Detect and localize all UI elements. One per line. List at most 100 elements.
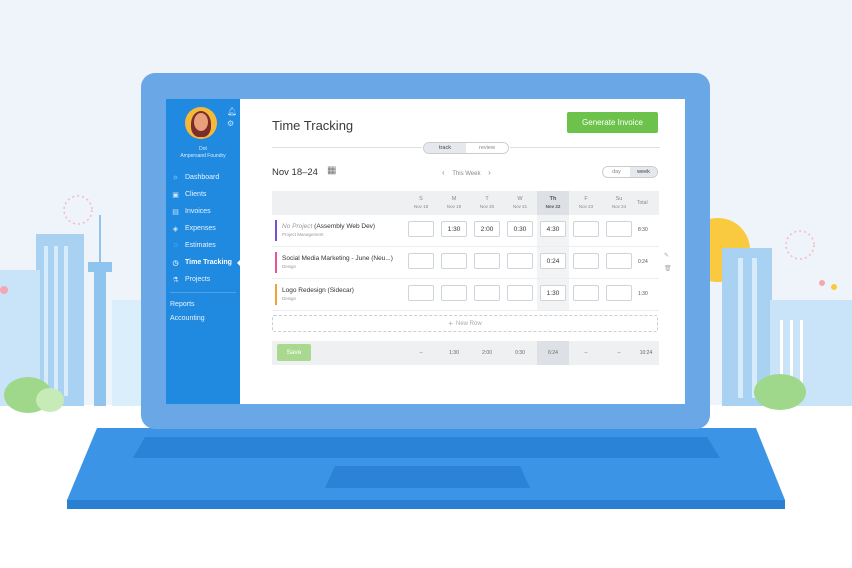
day-total: 6:24 — [537, 341, 569, 365]
day-header: M Nov 19 — [438, 191, 470, 215]
plus-icon: + — [448, 319, 453, 328]
day-date: Nov 22 — [545, 204, 561, 209]
day-letter: W — [517, 196, 523, 202]
sidebar-item-label: Projects — [185, 276, 211, 283]
time-entry-input[interactable] — [606, 253, 632, 269]
time-entry-input[interactable] — [606, 285, 632, 301]
week-label[interactable]: This Week — [452, 171, 480, 177]
gear-icon[interactable]: ⚙ — [227, 119, 234, 128]
time-entry-input[interactable] — [474, 285, 500, 301]
day-letter: Su — [615, 196, 623, 202]
time-entry-input[interactable] — [573, 285, 599, 301]
projects-icon: ⚗ — [172, 276, 179, 284]
day-header: S Nov 18 — [405, 191, 437, 215]
sidebar-item-projects[interactable]: ⚗ Projects — [166, 271, 240, 288]
timesheet-grid: Total S Nov 18 M Nov 19 T Nov 20 W Nov 21 Th Nov … — [272, 191, 659, 311]
day-tab[interactable]: day — [603, 167, 630, 177]
time-entry-input[interactable] — [507, 285, 533, 301]
time-entry-input[interactable] — [441, 253, 467, 269]
sidebar-item-dashboard[interactable]: ☼ Dashboard — [166, 169, 240, 186]
track-tab[interactable]: track — [424, 143, 466, 153]
week-tab[interactable]: week — [630, 167, 657, 177]
time-entry-input[interactable]: 1:30 — [441, 221, 467, 237]
user-org: Ampersand Foundry — [180, 153, 226, 159]
sidebar-item-time-tracking[interactable]: ◷ Time Tracking — [166, 254, 241, 271]
day-header: Su Nov 24 — [603, 191, 635, 215]
time-entry-input[interactable]: 0:24 — [540, 253, 566, 269]
project-title: Logo Redesign (Sidecar) — [282, 287, 354, 294]
sidebar-item-label: Dashboard — [185, 174, 220, 181]
time-entry-input[interactable] — [474, 253, 500, 269]
new-row-label: New Row — [455, 320, 482, 327]
time-entry-input[interactable] — [573, 221, 599, 237]
sidebar-item-accounting[interactable]: Accounting — [166, 311, 240, 325]
time-entry-input[interactable] — [408, 253, 434, 269]
day-header: Th Nov 22 — [537, 191, 569, 215]
day-header: F Nov 23 — [570, 191, 602, 215]
edit-icon[interactable]: ✎ — [664, 252, 669, 259]
day-week-toggle: day week — [602, 166, 658, 178]
sidebar-nav: ☼ Dashboard ▣ Clients ▤ Invoices ◈ Expenses ◌ Est… — [166, 169, 241, 325]
day-date: Nov 18 — [413, 204, 429, 209]
trash-icon[interactable]: 🗑︎ — [664, 265, 672, 272]
table-row: No Project (Assembly Web Dev) Project Man… — [272, 215, 659, 247]
expenses-icon: ◈ — [172, 225, 179, 233]
day-letter: M — [451, 196, 457, 202]
invoice-icon: ▤ — [172, 208, 179, 216]
main-content: Time Tracking Generate Invoice track rev… — [240, 99, 685, 404]
project-name[interactable]: No Project (Assembly Web Dev) — [282, 223, 375, 230]
review-tab[interactable]: review — [466, 143, 508, 153]
grand-total: 10:24 — [639, 350, 653, 356]
project-color-bar — [275, 252, 277, 273]
sidebar-item-expenses[interactable]: ◈ Expenses — [166, 220, 240, 237]
sidebar-item-invoices[interactable]: ▤ Invoices — [166, 203, 240, 220]
project-name[interactable]: Logo Redesign (Sidecar) — [282, 287, 354, 294]
time-entry-input[interactable]: 2:00 — [474, 221, 500, 237]
day-date: Nov 19 — [446, 204, 462, 209]
next-week-icon[interactable]: › — [488, 168, 491, 177]
bell-icon[interactable]: 🔔︎ — [227, 107, 237, 116]
project-name[interactable]: Social Media Marketing - June (Neu...) — [282, 255, 393, 262]
time-entry-input[interactable] — [606, 221, 632, 237]
project-title: Social Media Marketing - June (Neu...) — [282, 255, 393, 262]
row-total: 0:24 — [638, 259, 648, 265]
time-entry-input[interactable] — [408, 285, 434, 301]
table-row: Logo Redesign (Sidecar) Design 1:30 1:30 — [272, 279, 659, 311]
sidebar-item-label: Expenses — [185, 225, 216, 232]
time-entry-input[interactable] — [408, 221, 434, 237]
day-header: T Nov 20 — [471, 191, 503, 215]
time-entry-input[interactable]: 4:30 — [540, 221, 566, 237]
divider — [510, 147, 660, 148]
track-review-toggle: track review — [423, 142, 509, 154]
clients-icon: ▣ — [172, 191, 179, 199]
project-color-bar — [275, 220, 277, 241]
sidebar-item-label: Estimates — [185, 242, 216, 249]
day-letter: T — [485, 196, 489, 202]
estimates-icon: ◌ — [173, 242, 178, 249]
save-button[interactable]: Save — [277, 344, 311, 361]
table-row: Social Media Marketing - June (Neu...) De… — [272, 247, 659, 279]
generate-invoice-button[interactable]: Generate Invoice — [567, 112, 658, 133]
time-entry-input[interactable] — [441, 285, 467, 301]
task-name: Design — [282, 296, 297, 301]
project-title: (Assembly Web Dev) — [314, 223, 376, 230]
sidebar-item-label: Invoices — [185, 208, 211, 215]
time-entry-input[interactable]: 1:30 — [540, 285, 566, 301]
sidebar-item-reports[interactable]: Reports — [166, 297, 240, 311]
time-entry-input[interactable]: 0:30 — [507, 221, 533, 237]
sidebar-item-clients[interactable]: ▣ Clients — [166, 186, 240, 203]
prev-week-icon[interactable]: ‹ — [442, 168, 445, 177]
calendar-icon[interactable]: ▦ — [327, 165, 336, 176]
sidebar-item-estimates[interactable]: ◌ Estimates — [166, 237, 240, 254]
nav-divider — [170, 292, 236, 293]
day-letter: Th — [549, 196, 557, 202]
new-row-button[interactable]: + New Row — [272, 315, 658, 332]
avatar[interactable] — [185, 107, 217, 139]
day-date: Nov 21 — [512, 204, 528, 209]
time-entry-input[interactable] — [573, 253, 599, 269]
time-entry-input[interactable] — [507, 253, 533, 269]
sidebar-item-label: Time Tracking — [185, 259, 232, 266]
week-navigator: ‹ This Week › — [436, 168, 497, 177]
date-range: Nov 18–24 — [272, 167, 318, 178]
task-name: Design — [282, 264, 297, 269]
